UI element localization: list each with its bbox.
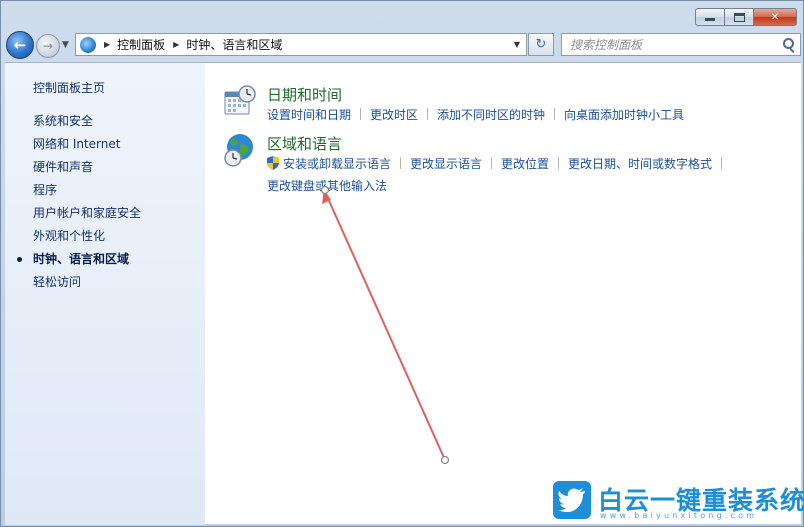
- back-arrow-icon: ←: [13, 36, 27, 54]
- control-panel-window: ✕ ← → ▼ ▶ 控制面板 ▶ 时钟、语言和区域 ▼ ↻ 控制面板主页 系统和…: [0, 0, 804, 527]
- forward-button[interactable]: →: [36, 34, 60, 58]
- address-dropdown-icon[interactable]: ▼: [508, 34, 526, 55]
- sidebar: 控制面板主页 系统和安全 网络和 Internet 硬件和声音 程序 用户帐户和…: [5, 63, 205, 525]
- link-add-clock-gadget[interactable]: 向桌面添加时钟小工具: [564, 108, 684, 122]
- watermark-url: www.baiyunxitong.com: [600, 511, 758, 520]
- minimize-button[interactable]: [695, 8, 725, 26]
- content-area: 控制面板主页 系统和安全 网络和 Internet 硬件和声音 程序 用户帐户和…: [5, 62, 801, 525]
- link-divider: [721, 157, 723, 169]
- region-language-links: 安装或卸载显示语言 更改显示语言 更改位置 更改日期、时间或数字格式: [267, 155, 731, 172]
- sidebar-item-appearance[interactable]: 外观和个性化: [5, 226, 205, 249]
- link-change-display-language[interactable]: 更改显示语言: [410, 157, 482, 171]
- link-divider: [491, 157, 493, 169]
- sidebar-list: 系统和安全 网络和 Internet 硬件和声音 程序 用户帐户和家庭安全 外观…: [5, 111, 205, 295]
- navigation-bar: ← → ▼ ▶ 控制面板 ▶ 时钟、语言和区域 ▼ ↻: [1, 31, 803, 59]
- link-set-time-date[interactable]: 设置时间和日期: [267, 108, 351, 122]
- link-install-display-language[interactable]: 安装或卸载显示语言: [283, 157, 391, 171]
- maximize-button[interactable]: [724, 8, 754, 26]
- sidebar-item-user-accounts[interactable]: 用户帐户和家庭安全: [5, 203, 205, 226]
- search-icon[interactable]: [783, 38, 794, 49]
- close-button[interactable]: ✕: [753, 8, 797, 26]
- chevron-right-icon[interactable]: ▶: [104, 40, 110, 49]
- sidebar-item-clock-language-region[interactable]: 时钟、语言和区域: [5, 249, 205, 272]
- link-divider: [360, 108, 362, 120]
- link-change-timezone[interactable]: 更改时区: [370, 108, 418, 122]
- recent-pages-dropdown[interactable]: ▼: [62, 40, 69, 50]
- chevron-right-icon[interactable]: ▶: [173, 40, 179, 49]
- globe-clock-icon: [224, 134, 253, 167]
- sidebar-item-ease-of-access[interactable]: 轻松访问: [5, 272, 205, 295]
- watermark-logo: 白云一键重装系统 www.baiyunxitong.com: [553, 481, 804, 523]
- link-add-clocks[interactable]: 添加不同时区的时钟: [437, 108, 545, 122]
- breadcrumb-clock-language-region[interactable]: 时钟、语言和区域: [186, 36, 282, 53]
- caption-buttons: ✕: [695, 8, 797, 26]
- link-change-keyboard-input[interactable]: 更改键盘或其他输入法: [267, 179, 387, 193]
- calendar-clock-icon: [224, 85, 256, 115]
- maximize-icon: [733, 12, 745, 22]
- close-icon: ✕: [770, 11, 780, 23]
- forward-arrow-icon: →: [42, 39, 54, 53]
- uac-shield-icon: [267, 156, 279, 170]
- sidebar-item-hardware-sound[interactable]: 硬件和声音: [5, 157, 205, 180]
- category-title-region-language[interactable]: 区域和语言: [267, 133, 342, 154]
- link-divider: [400, 157, 402, 169]
- back-button[interactable]: ←: [6, 31, 34, 59]
- region-language-links-row2: 更改键盘或其他输入法: [267, 177, 387, 194]
- sidebar-home-link[interactable]: 控制面板主页: [33, 79, 105, 96]
- minimize-icon: [705, 18, 715, 21]
- sidebar-item-system-security[interactable]: 系统和安全: [5, 111, 205, 134]
- twitter-bird-icon: [558, 488, 585, 512]
- link-change-formats[interactable]: 更改日期、时间或数字格式: [568, 157, 712, 171]
- sidebar-item-network-internet[interactable]: 网络和 Internet: [5, 134, 205, 157]
- bird-logo-icon: [553, 481, 591, 519]
- search-input[interactable]: [562, 34, 772, 55]
- link-divider: [554, 108, 556, 120]
- search-box: [561, 33, 801, 56]
- control-panel-icon: [80, 36, 96, 53]
- link-change-location[interactable]: 更改位置: [501, 157, 549, 171]
- refresh-button[interactable]: ↻: [528, 33, 554, 56]
- link-divider: [558, 157, 560, 169]
- link-divider: [427, 108, 429, 120]
- address-bar[interactable]: ▶ 控制面板 ▶ 时钟、语言和区域 ▼: [75, 33, 527, 56]
- main-panel: 日期和时间 设置时间和日期 更改时区 添加不同时区的时钟 向桌面添加时钟小工具 区域和…: [205, 63, 801, 525]
- breadcrumb-control-panel[interactable]: 控制面板: [117, 36, 165, 53]
- date-time-links: 设置时间和日期 更改时区 添加不同时区的时钟 向桌面添加时钟小工具: [267, 106, 684, 123]
- sidebar-item-programs[interactable]: 程序: [5, 180, 205, 203]
- category-title-date-time[interactable]: 日期和时间: [267, 84, 342, 105]
- refresh-icon: ↻: [535, 37, 547, 52]
